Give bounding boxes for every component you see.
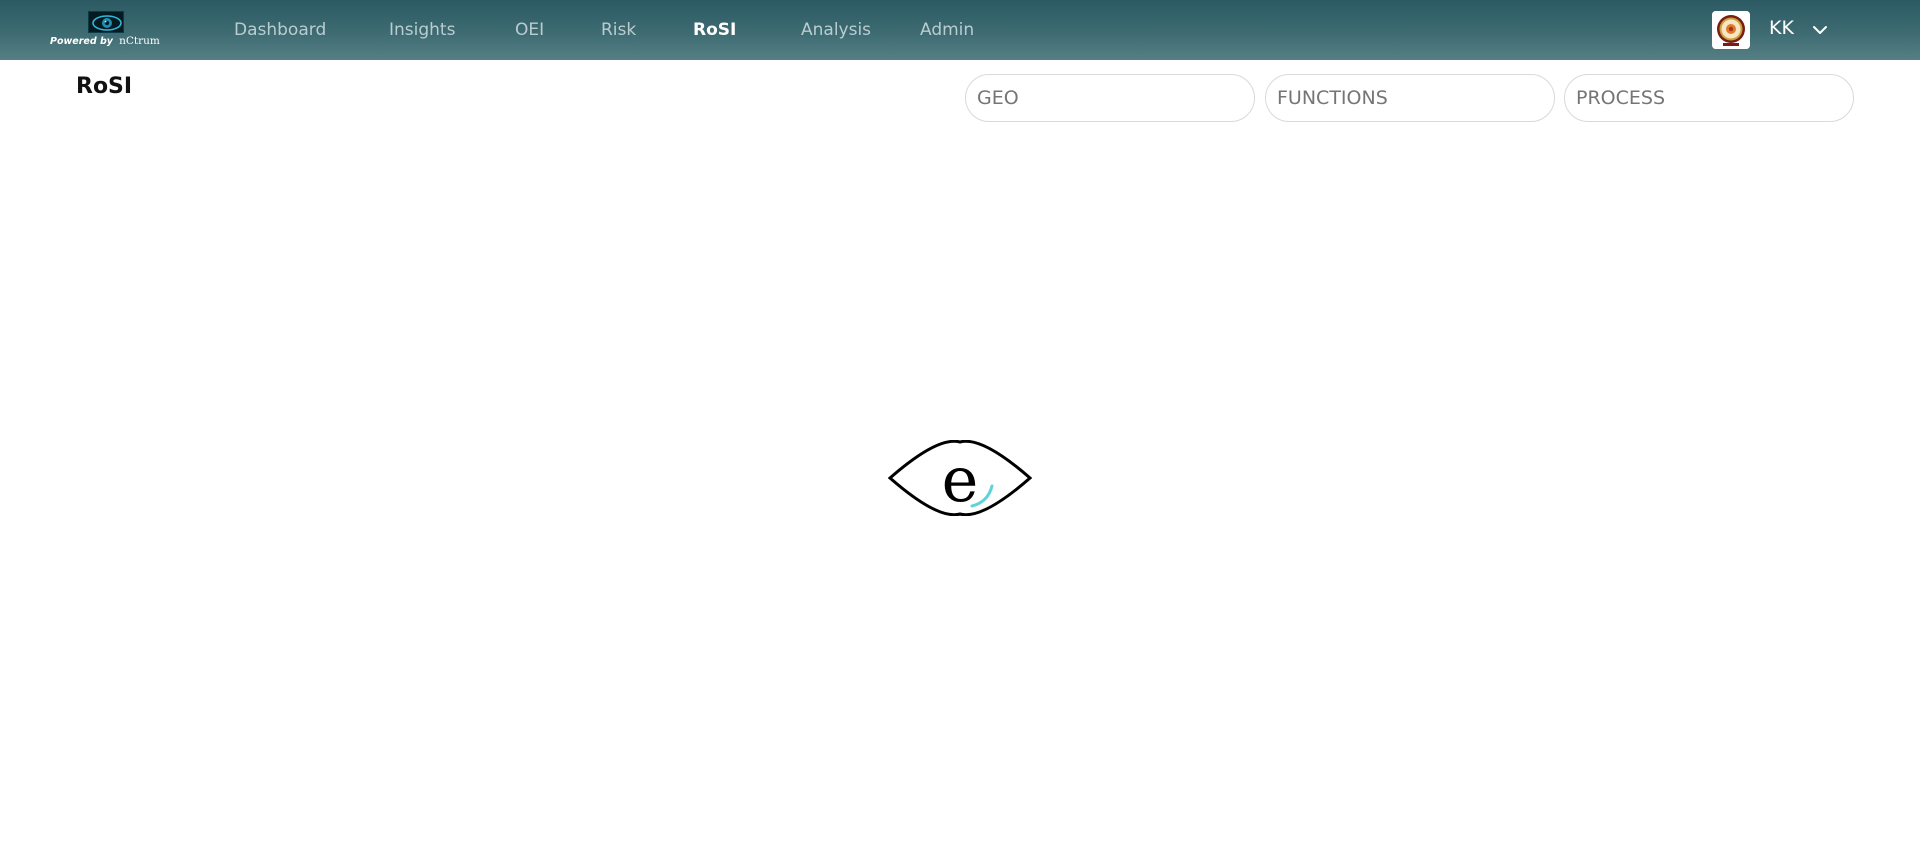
nav-item-oei[interactable]: OEI bbox=[515, 19, 544, 41]
nav-item-rosi[interactable]: RoSI bbox=[693, 19, 736, 41]
eye-e-loader-icon: e bbox=[887, 439, 1033, 517]
eye-logo-icon bbox=[88, 11, 124, 33]
loader-letter: e bbox=[942, 443, 979, 516]
chevron-down-icon[interactable] bbox=[1812, 22, 1828, 38]
functions-filter-input[interactable] bbox=[1265, 74, 1555, 122]
top-navigation-bar: Powered by nCtrum Dashboard Insights OEI… bbox=[0, 0, 1920, 60]
page-title: RoSI bbox=[76, 74, 133, 99]
user-initials[interactable]: KK bbox=[1769, 16, 1794, 40]
brand-name: nCtrum bbox=[119, 35, 160, 47]
nav-item-insights[interactable]: Insights bbox=[389, 19, 455, 41]
brand[interactable]: Powered by nCtrum bbox=[48, 8, 160, 52]
powered-by-text: Powered by nCtrum bbox=[50, 35, 160, 47]
nav-item-admin[interactable]: Admin bbox=[920, 19, 974, 41]
powered-by-label: Powered by bbox=[50, 36, 113, 47]
nav-item-analysis[interactable]: Analysis bbox=[801, 19, 871, 41]
geo-filter-input[interactable] bbox=[965, 74, 1255, 122]
organization-seal-icon[interactable] bbox=[1712, 11, 1750, 49]
nav-item-dashboard[interactable]: Dashboard bbox=[234, 19, 326, 41]
process-filter-input[interactable] bbox=[1564, 74, 1854, 122]
nav-item-risk[interactable]: Risk bbox=[601, 19, 636, 41]
